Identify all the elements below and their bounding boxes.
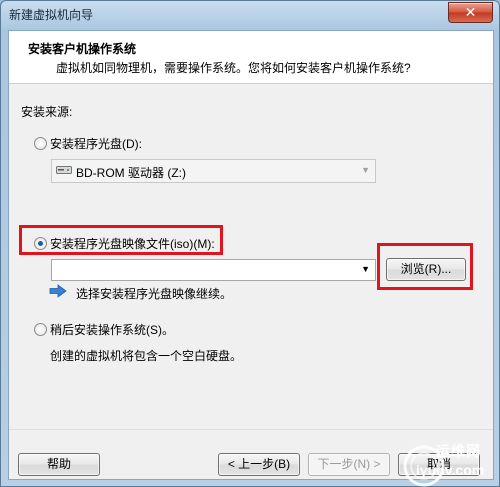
drive-select-value: BD-ROM 驱动器 (Z:) xyxy=(76,166,186,180)
disc-drive-icon xyxy=(56,166,72,174)
help-button[interactable]: 帮助 xyxy=(18,453,100,476)
window-title: 新建虚拟机向导 xyxy=(9,8,94,22)
wizard-content: 安装客户机操作系统 虚拟机如同物理机，需要操作系统。您将如何安装客户机操作系统?… xyxy=(8,30,494,480)
iso-path-input[interactable]: ▼ xyxy=(51,259,376,281)
disc-option-label[interactable]: 安装程序光盘(D): xyxy=(50,135,142,152)
watermark-cn-text: 运维网 xyxy=(436,443,481,459)
browse-highlight xyxy=(377,243,473,290)
close-icon: ✕ xyxy=(464,4,477,20)
next-button[interactable]: 下一步(N) > xyxy=(308,453,390,476)
page-subtitle: 虚拟机如同物理机，需要操作系统。您将如何安装客户机操作系统? xyxy=(56,61,411,75)
close-button[interactable]: ✕ xyxy=(448,2,493,23)
install-source-label: 安装来源: xyxy=(21,105,73,119)
later-option-desc: 创建的虚拟机将包含一个空白硬盘。 xyxy=(50,349,243,363)
title-bar[interactable]: 新建虚拟机向导 ✕ xyxy=(1,1,499,27)
footer-divider xyxy=(9,429,493,430)
wizard-window: 新建虚拟机向导 ✕ 安装客户机操作系统 虚拟机如同物理机，需要操作系统。您将如何… xyxy=(0,0,500,487)
arrow-right-icon xyxy=(49,284,67,298)
back-button[interactable]: < 上一步(B) xyxy=(218,453,300,476)
iso-option-highlight xyxy=(19,225,223,255)
disc-radio[interactable] xyxy=(34,137,47,150)
iso-hint: 选择安装程序光盘映像继续。 xyxy=(76,287,233,301)
chevron-down-icon: ▼ xyxy=(361,165,370,175)
later-radio[interactable] xyxy=(34,323,47,336)
chevron-down-icon: ▼ xyxy=(361,264,370,274)
watermark-en-text: iyunv.com xyxy=(416,462,485,478)
wizard-header: 安装客户机操作系统 虚拟机如同物理机，需要操作系统。您将如何安装客户机操作系统? xyxy=(9,31,493,84)
later-option-label[interactable]: 稍后安装操作系统(S)。 xyxy=(50,321,174,338)
page-title: 安装客户机操作系统 xyxy=(28,42,137,56)
drive-select[interactable]: BD-ROM 驱动器 (Z:) ▼ xyxy=(51,159,376,183)
